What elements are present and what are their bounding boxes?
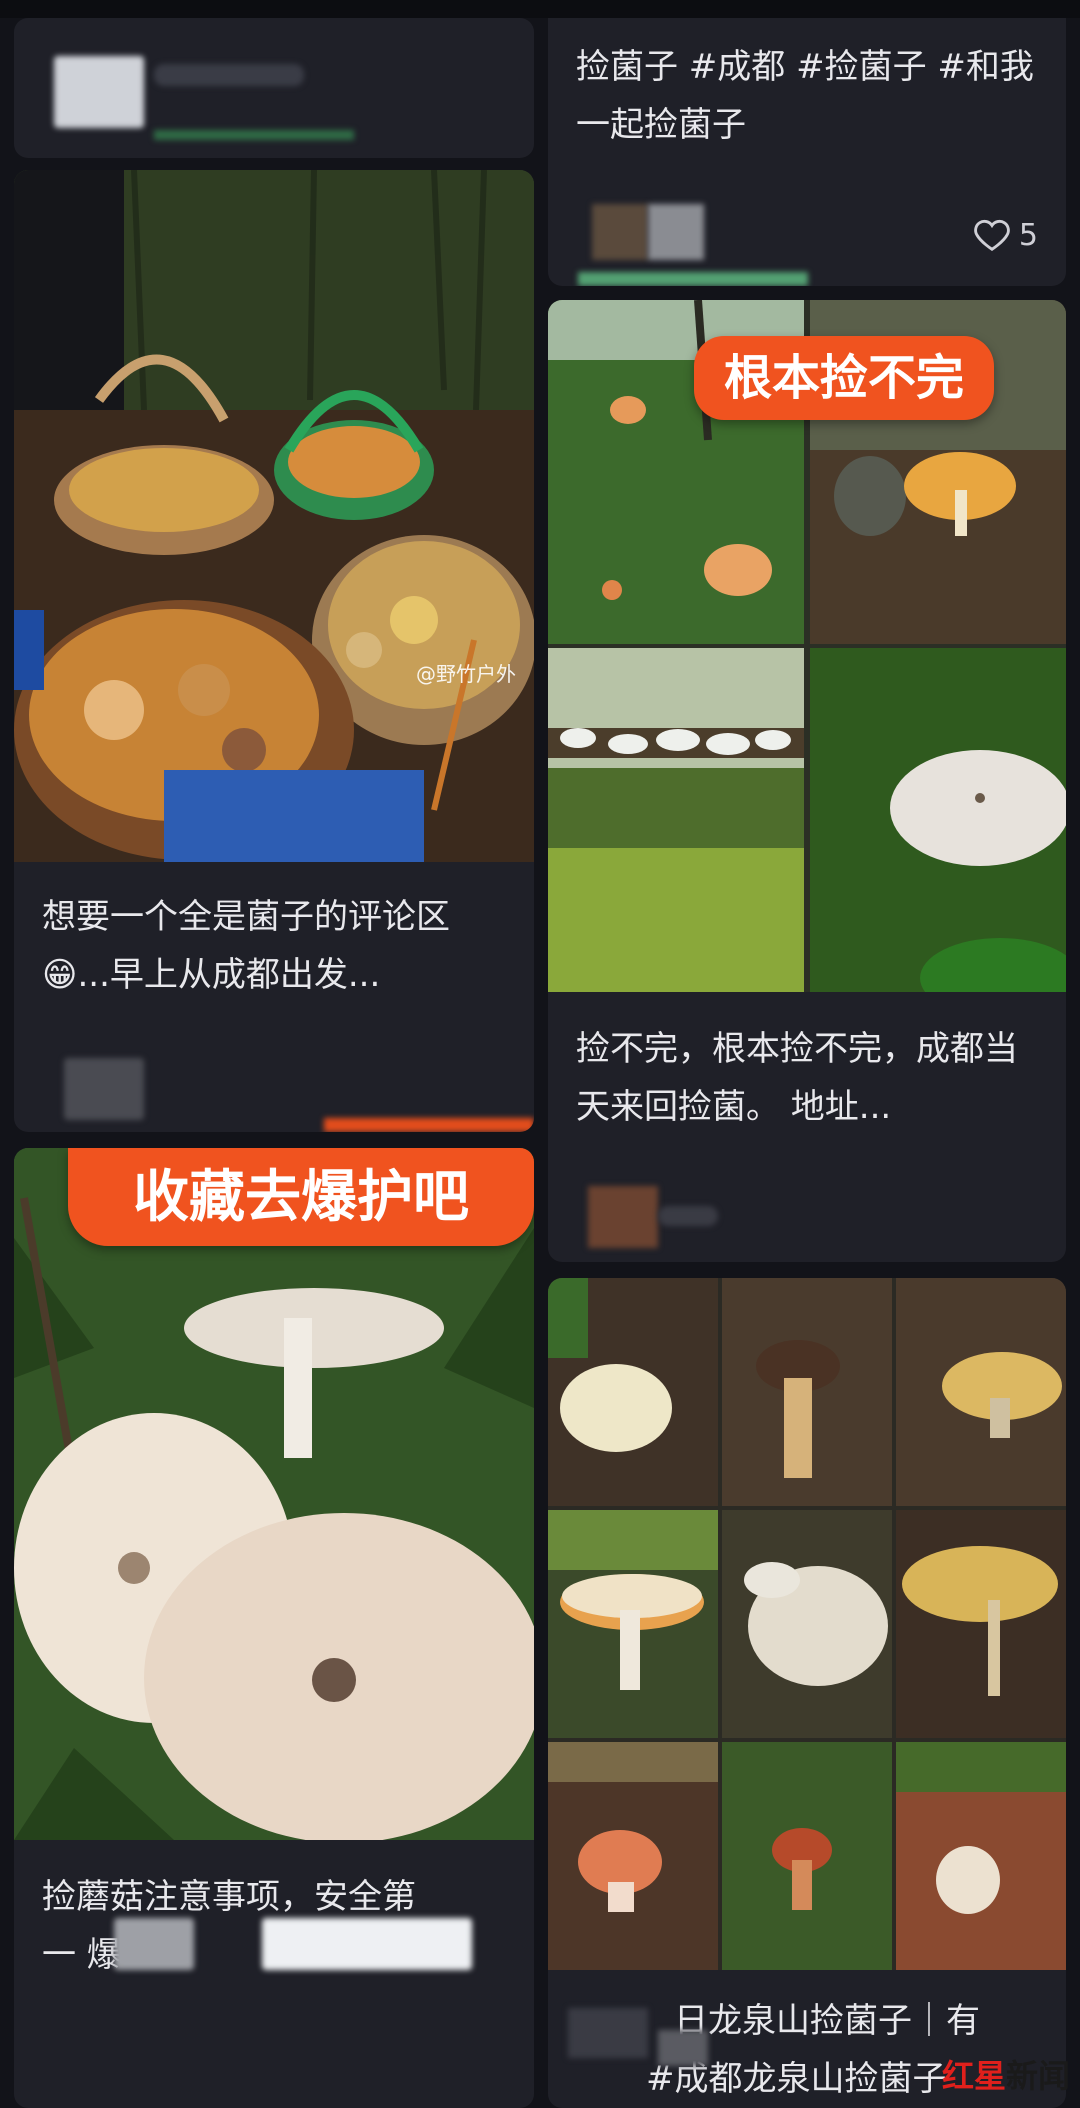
obscure-block [658, 2030, 708, 2066]
obscure-block [568, 2008, 648, 2058]
mushroom-basket-image [14, 170, 534, 862]
post-title: 捡菌子 #成都 #捡菌子 #和我一起捡菌子 [576, 47, 1034, 145]
image-banner: 收藏去爆护吧 [68, 1148, 534, 1246]
grid-photo [548, 1510, 718, 1738]
image-watermark: @野竹户外 [416, 662, 516, 686]
grid-photo [896, 1742, 1066, 1970]
author-avatar-obscured [648, 204, 704, 260]
post-image-grid9[interactable] [548, 1278, 1066, 1970]
grid-photo [896, 1510, 1066, 1738]
feed-card-grid9[interactable]: 日龙泉山捡菌子｜有 #成都龙泉山捡菌子 [548, 1278, 1066, 2108]
feed-card-baskets[interactable]: @野竹户外 想要一个全是菌子的评论区 😁...早上从成都出发... [14, 170, 534, 1132]
feed-card-pale-mushrooms[interactable]: 收藏去爆护吧 捡蘑菇注意事项，安全第 一 爆 [14, 1148, 534, 2108]
watermark-black-text: 新闻 [1005, 2057, 1070, 2095]
grid-photo [722, 1742, 892, 1970]
post-image-baskets[interactable]: @野竹户外 [14, 170, 534, 862]
post-title: 捡不完，根本捡不完，成都当天来回捡菌。 地址... [576, 1029, 1018, 1127]
grid-photo [896, 1278, 1066, 1506]
post-image-pale-mushrooms[interactable] [14, 1148, 534, 1840]
grid-photo [548, 1742, 718, 1970]
image-banner: 根本捡不完 [694, 336, 994, 420]
grid-photo [548, 648, 804, 992]
obscure-bar [154, 130, 354, 140]
author-avatar-obscured [54, 56, 144, 128]
obscure-block [114, 1918, 194, 1970]
grin-emoji-icon: 😁 [42, 955, 78, 995]
post-title-text: 想要一个全是菌子的评论区 [42, 897, 450, 937]
post-title: 想要一个全是菌子的评论区 😁...早上从成都出发... [42, 888, 510, 1004]
grid-photo [722, 1278, 892, 1506]
author-avatar-obscured [592, 204, 648, 260]
obscure-bar [578, 272, 808, 286]
heart-icon[interactable] [973, 216, 1011, 254]
author-avatar-obscured [588, 1186, 658, 1248]
grid-photo [722, 1510, 892, 1738]
feed-card-partial[interactable] [14, 18, 534, 158]
author-name-obscured [658, 1206, 718, 1226]
status-bar [0, 0, 1080, 18]
post-title-text-suffix: ...早上从成都出发... [77, 955, 381, 995]
like-count-value: 5 [1018, 217, 1038, 253]
watermark-red-text: 红星 [941, 2057, 1006, 2095]
like-count[interactable]: 5 [973, 216, 1038, 254]
grid-photo [810, 648, 1066, 992]
obscure-block [262, 1918, 472, 1970]
pale-mushroom-image [14, 1148, 534, 1840]
feed-card-grid4[interactable]: 根本捡不完 捡不完，根本捡不完，成都当天来回捡菌。 地址... [548, 300, 1066, 1262]
feed-card-top-right[interactable]: 捡菌子 #成都 #捡菌子 #和我一起捡菌子 5 [548, 18, 1066, 286]
grid-photo [548, 1278, 718, 1506]
author-avatar-obscured [64, 1058, 144, 1120]
obscure-bar [324, 1118, 534, 1132]
author-name-obscured [154, 64, 304, 86]
news-watermark-logo: 红星新闻 [942, 2051, 1070, 2097]
post-title-line2-text: 一 爆 [42, 1935, 121, 1975]
